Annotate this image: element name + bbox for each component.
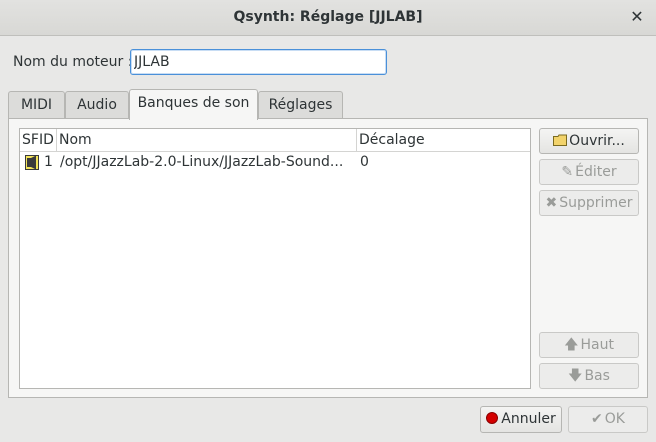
window-title: Qsynth: Réglage [JJLAB] (233, 9, 423, 25)
title-bar[interactable]: Qsynth: Réglage [JJLAB] ✕ (0, 0, 656, 36)
soundfonts-panel: SFID Nom Décalage 1 /opt/JJazzLab-2.0-Li… (8, 118, 648, 398)
open-button[interactable]: Ouvrir... (539, 128, 639, 154)
folder-icon (553, 129, 568, 153)
settings-dialog: Qsynth: Réglage [JJLAB] ✕ Nom du moteur … (0, 0, 656, 442)
arrow-up-icon: 🡅 (564, 337, 579, 353)
tab-audio[interactable]: Audio (65, 91, 129, 119)
down-button[interactable]: 🡇 Bas (539, 363, 639, 389)
remove-button[interactable]: ✖ Supprimer (539, 190, 639, 216)
tab-midi[interactable]: MIDI (8, 91, 65, 119)
offset-cell: 0 (360, 154, 369, 170)
pencil-icon: ✎ (561, 164, 574, 180)
tab-settings[interactable]: Réglages (258, 91, 343, 119)
up-button[interactable]: 🡅 Haut (539, 332, 639, 358)
soundfont-icon (25, 155, 39, 170)
x-icon: ✖ (545, 195, 558, 211)
tab-soundfonts[interactable]: Banques de son (129, 89, 258, 120)
column-name[interactable]: Nom (57, 129, 357, 152)
list-header: SFID Nom Décalage (20, 129, 530, 152)
name-cell: /opt/JJazzLab-2.0-Linux/JJazzLab-Sound..… (60, 154, 344, 170)
check-icon: ✔ (591, 411, 603, 427)
engine-name-label: Nom du moteur : (13, 54, 133, 70)
column-sfid[interactable]: SFID (20, 129, 57, 152)
cancel-icon (486, 412, 499, 424)
soundfont-list[interactable]: SFID Nom Décalage 1 /opt/JJazzLab-2.0-Li… (19, 128, 531, 389)
ok-button[interactable]: ✔ OK (568, 406, 648, 433)
arrow-down-icon: 🡇 (568, 368, 583, 384)
table-row[interactable]: 1 /opt/JJazzLab-2.0-Linux/JJazzLab-Sound… (20, 152, 530, 174)
engine-name-input[interactable] (130, 49, 387, 75)
edit-button[interactable]: ✎ Éditer (539, 159, 639, 185)
sfid-cell: 1 (44, 154, 53, 170)
cancel-button[interactable]: Annuler (480, 406, 562, 433)
column-offset[interactable]: Décalage (357, 129, 530, 152)
close-icon[interactable]: ✕ (628, 8, 646, 26)
